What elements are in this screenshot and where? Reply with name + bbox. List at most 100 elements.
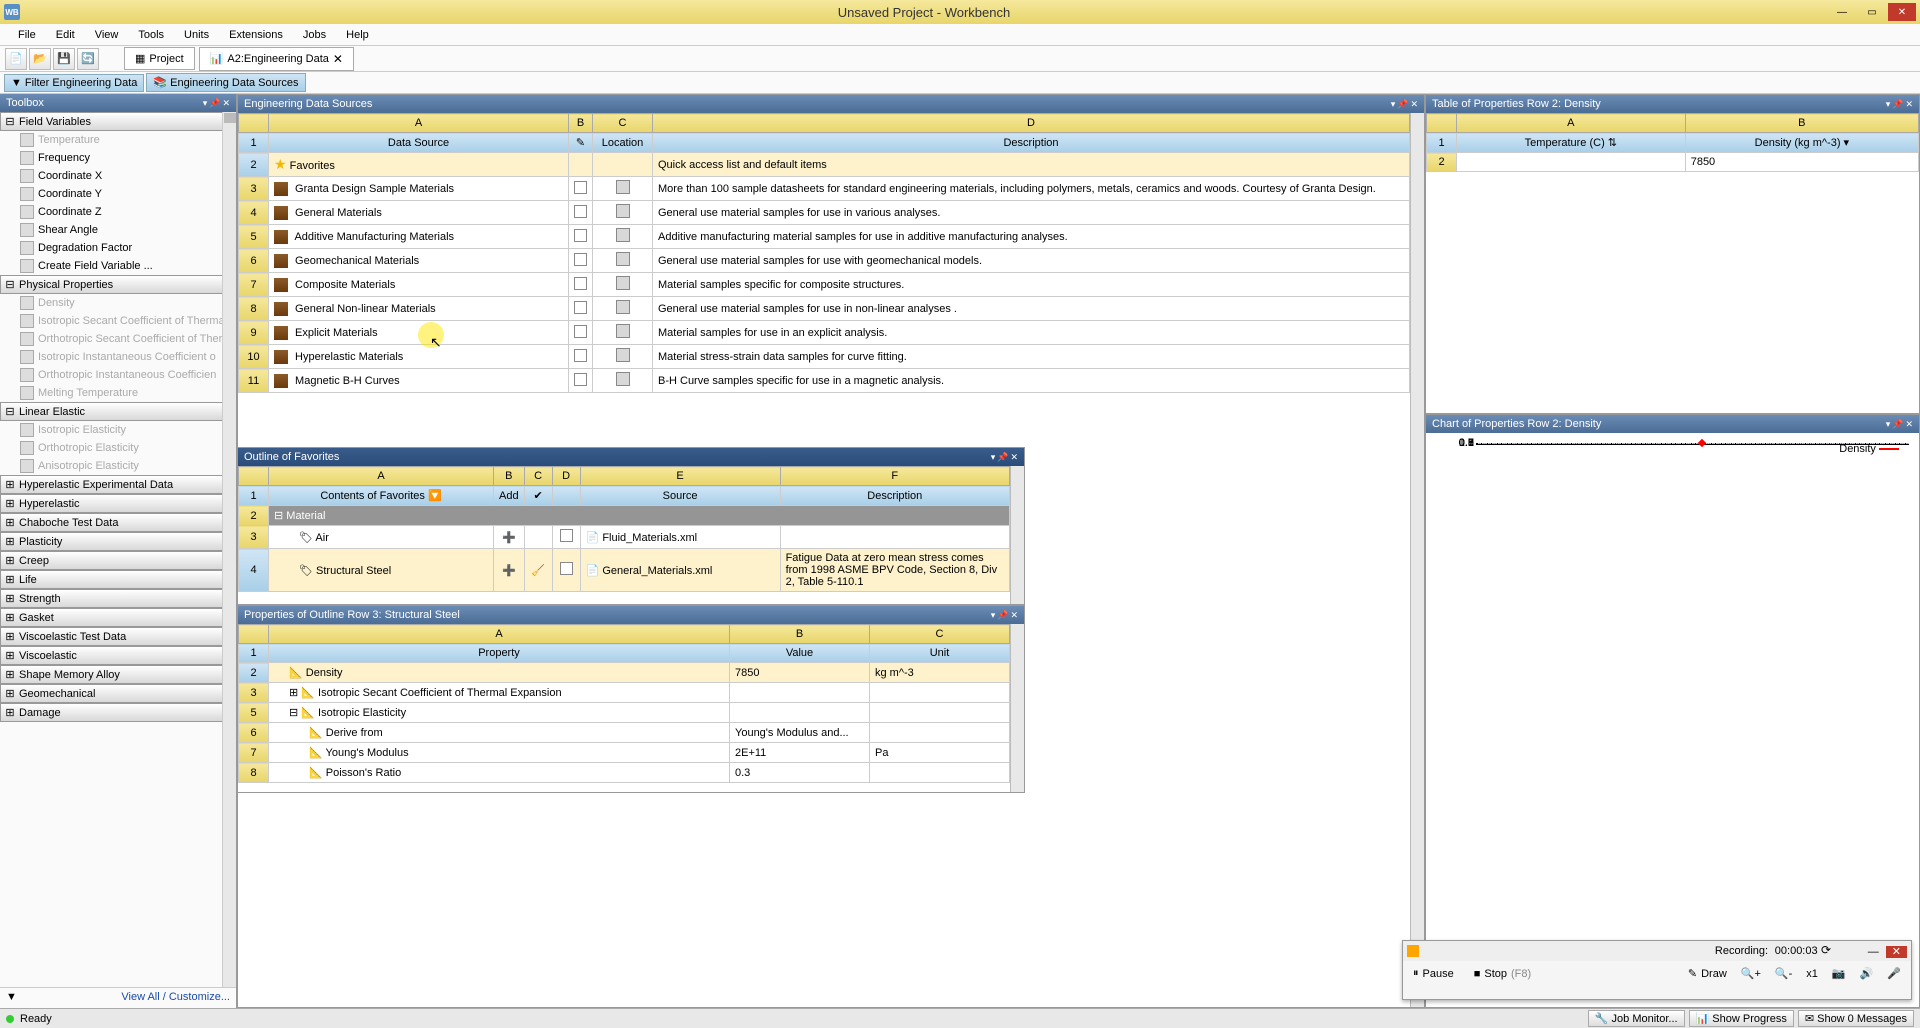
data-source-row[interactable]: 9 Explicit MaterialsMaterial samples for… bbox=[239, 321, 1410, 345]
eraser-icon[interactable]: 🧹 bbox=[531, 565, 545, 577]
panel-close-icon[interactable]: ✕ bbox=[1905, 419, 1913, 430]
mic-icon[interactable]: 🎤 bbox=[1887, 967, 1901, 980]
menu-help[interactable]: Help bbox=[336, 26, 379, 44]
minimize-button[interactable]: — bbox=[1828, 3, 1856, 21]
data-source-row[interactable]: 10 Hyperelastic MaterialsMaterial stress… bbox=[239, 345, 1410, 369]
data-source-row[interactable]: 11 Magnetic B-H CurvesB-H Curve samples … bbox=[239, 369, 1410, 393]
property-row[interactable]: 5⊟ 📐 Isotropic Elasticity bbox=[239, 703, 1010, 723]
location-icon[interactable] bbox=[616, 276, 630, 290]
property-row[interactable]: 6📐 Derive fromYoung's Modulus and... bbox=[239, 723, 1010, 743]
data-source-row[interactable]: 8 General Non-linear MaterialsGeneral us… bbox=[239, 297, 1410, 321]
properties-scrollbar[interactable] bbox=[1010, 624, 1024, 792]
favorite-row[interactable]: 4🏷 Structural Steel➕🧹📄 General_Materials… bbox=[239, 549, 1010, 592]
zoom-in-icon[interactable]: 🔍+ bbox=[1741, 967, 1761, 980]
section-collapsed[interactable]: ⊞Strength bbox=[0, 589, 236, 608]
section-collapsed[interactable]: ⊞Plasticity bbox=[0, 532, 236, 551]
location-icon[interactable] bbox=[616, 252, 630, 266]
section-collapsed[interactable]: ⊞Shape Memory Alloy bbox=[0, 665, 236, 684]
data-source-row[interactable]: 4 General MaterialsGeneral use material … bbox=[239, 201, 1410, 225]
table-properties-grid[interactable]: AB 1Temperature (C) ⇅Density (kg m^-3) ▾… bbox=[1426, 113, 1919, 172]
checkbox[interactable] bbox=[574, 373, 587, 386]
pin-icon[interactable]: 📌 bbox=[997, 610, 1008, 621]
menu-tools[interactable]: Tools bbox=[128, 26, 174, 44]
location-icon[interactable] bbox=[616, 324, 630, 338]
refresh-button[interactable]: 🔄 bbox=[77, 48, 99, 70]
section-collapsed[interactable]: ⊞Life bbox=[0, 570, 236, 589]
dropdown-icon[interactable]: ▾ bbox=[1391, 99, 1396, 110]
toolbox-item[interactable]: Coordinate Y bbox=[0, 185, 236, 203]
menu-extensions[interactable]: Extensions bbox=[219, 26, 293, 44]
pause-button[interactable]: ⏸Pause bbox=[1413, 967, 1454, 980]
panel-close-icon[interactable]: ✕ bbox=[222, 98, 230, 109]
dropdown-icon[interactable]: ▾ bbox=[991, 452, 996, 463]
tab-engineering-data[interactable]: 📊 A2:Engineering Data ✕ bbox=[199, 47, 354, 71]
show-messages-button[interactable]: ✉ Show 0 Messages bbox=[1798, 1010, 1914, 1027]
location-icon[interactable] bbox=[616, 228, 630, 242]
checkbox[interactable] bbox=[574, 325, 587, 338]
add-icon[interactable]: ➕ bbox=[502, 532, 516, 544]
checkbox[interactable] bbox=[574, 205, 587, 218]
filter-engineering-data-button[interactable]: ▼ Filter Engineering Data bbox=[4, 74, 144, 92]
panel-close-icon[interactable]: ✕ bbox=[1010, 610, 1018, 621]
location-icon[interactable] bbox=[616, 204, 630, 218]
section-collapsed[interactable]: ⊞Chaboche Test Data bbox=[0, 513, 236, 532]
job-monitor-button[interactable]: 🔧 Job Monitor... bbox=[1588, 1010, 1685, 1027]
view-all-link[interactable]: View All / Customize... bbox=[121, 991, 230, 1005]
toolbox-item[interactable]: Coordinate Z bbox=[0, 203, 236, 221]
checkbox[interactable] bbox=[574, 349, 587, 362]
zoom-out-icon[interactable]: 🔍- bbox=[1775, 967, 1792, 980]
add-icon[interactable]: ➕ bbox=[502, 565, 516, 577]
pin-icon[interactable]: 📌 bbox=[1892, 99, 1903, 110]
checkbox[interactable] bbox=[574, 181, 587, 194]
draw-button[interactable]: ✎Draw bbox=[1688, 967, 1727, 980]
tab-project[interactable]: ▦ Project bbox=[124, 47, 195, 70]
section-field-variables[interactable]: ⊟Field Variables bbox=[0, 112, 236, 131]
menu-file[interactable]: File bbox=[8, 26, 46, 44]
menu-edit[interactable]: Edit bbox=[46, 26, 85, 44]
section-collapsed[interactable]: ⊞Hyperelastic Experimental Data bbox=[0, 475, 236, 494]
webcam-icon[interactable]: 📷 bbox=[1832, 967, 1846, 980]
section-collapsed[interactable]: ⊞Geomechanical bbox=[0, 684, 236, 703]
data-source-row[interactable]: 2★ FavoritesQuick access list and defaul… bbox=[239, 153, 1410, 177]
toolbox-item[interactable]: Frequency bbox=[0, 149, 236, 167]
show-progress-button[interactable]: 📊 Show Progress bbox=[1689, 1010, 1794, 1027]
checkbox[interactable] bbox=[574, 229, 587, 242]
panel-close-icon[interactable]: ✕ bbox=[1010, 452, 1018, 463]
rb-close[interactable]: ✕ bbox=[1886, 946, 1907, 958]
location-icon[interactable] bbox=[616, 348, 630, 362]
save-button[interactable]: 💾 bbox=[53, 48, 75, 70]
pin-icon[interactable]: 📌 bbox=[209, 98, 220, 109]
section-collapsed[interactable]: ⊞Hyperelastic bbox=[0, 494, 236, 513]
pin-icon[interactable]: 📌 bbox=[1892, 419, 1903, 430]
engineering-data-sources-button[interactable]: 📚 Engineering Data Sources bbox=[146, 73, 305, 92]
location-icon[interactable] bbox=[616, 180, 630, 194]
property-row[interactable]: 3⊞ 📐 Isotropic Secant Coefficient of The… bbox=[239, 683, 1010, 703]
dropdown-icon[interactable]: ▾ bbox=[1886, 419, 1891, 430]
section-collapsed[interactable]: ⊞Damage bbox=[0, 703, 236, 722]
section-physical-properties[interactable]: ⊟Physical Properties bbox=[0, 275, 236, 294]
section-collapsed[interactable]: ⊞Gasket bbox=[0, 608, 236, 627]
dropdown-icon[interactable]: ▾ bbox=[991, 610, 996, 621]
stop-button[interactable]: ■Stop (F8) bbox=[1474, 967, 1531, 980]
close-tab-icon[interactable]: ✕ bbox=[333, 52, 343, 66]
checkbox[interactable] bbox=[560, 529, 573, 542]
toolbox-item[interactable]: Degradation Factor bbox=[0, 239, 236, 257]
expand-icon[interactable]: ⊞ bbox=[289, 687, 298, 699]
menu-jobs[interactable]: Jobs bbox=[293, 26, 336, 44]
rb-minimize[interactable]: — bbox=[1868, 946, 1879, 958]
menu-units[interactable]: Units bbox=[174, 26, 219, 44]
toolbox-item[interactable]: Create Field Variable ... bbox=[0, 257, 236, 275]
pin-icon[interactable]: 📌 bbox=[997, 452, 1008, 463]
pin-icon[interactable]: 📌 bbox=[1397, 99, 1408, 110]
data-source-row[interactable]: 5 Additive Manufacturing MaterialsAdditi… bbox=[239, 225, 1410, 249]
toolbox-item[interactable]: Shear Angle bbox=[0, 221, 236, 239]
property-row[interactable]: 7📐 Young's Modulus2E+11Pa bbox=[239, 743, 1010, 763]
dropdown-icon[interactable]: ▾ bbox=[1886, 99, 1891, 110]
data-source-row[interactable]: 3 Granta Design Sample MaterialsMore tha… bbox=[239, 177, 1410, 201]
checkbox[interactable] bbox=[574, 253, 587, 266]
toolbox-item[interactable]: Coordinate X bbox=[0, 167, 236, 185]
section-collapsed[interactable]: ⊞Viscoelastic bbox=[0, 646, 236, 665]
checkbox[interactable] bbox=[574, 301, 587, 314]
data-source-row[interactable]: 7 Composite MaterialsMaterial samples sp… bbox=[239, 273, 1410, 297]
data-source-row[interactable]: 6 Geomechanical MaterialsGeneral use mat… bbox=[239, 249, 1410, 273]
